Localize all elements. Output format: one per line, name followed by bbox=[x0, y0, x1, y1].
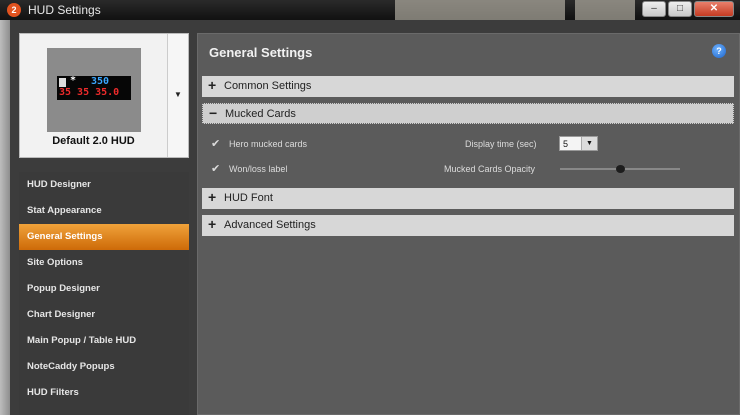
window-controls: – □ ✕ bbox=[642, 1, 734, 17]
stat-bottom-values: 35 35 35.0 bbox=[59, 87, 120, 98]
slider-thumb[interactable] bbox=[616, 165, 625, 173]
section-label: Common Settings bbox=[224, 80, 312, 92]
collapse-icon: − bbox=[209, 105, 218, 121]
hud-dropdown-button[interactable]: ▼ bbox=[167, 34, 188, 157]
sidebar-item-hud-designer[interactable]: HUD Designer bbox=[19, 172, 189, 198]
settings-panel: General Settings ? + Common Settings − M… bbox=[197, 33, 740, 415]
chevron-down-icon: ▼ bbox=[581, 137, 597, 150]
expand-icon: + bbox=[208, 216, 217, 232]
maximize-button[interactable]: □ bbox=[668, 1, 692, 17]
expand-icon: + bbox=[208, 77, 217, 93]
sidebar-item-popup-designer[interactable]: Popup Designer bbox=[19, 276, 189, 302]
section-advanced-settings[interactable]: + Advanced Settings bbox=[202, 215, 734, 236]
won-loss-label: Won/loss label bbox=[229, 164, 288, 174]
minimize-button[interactable]: – bbox=[642, 1, 666, 17]
section-label: Advanced Settings bbox=[224, 219, 316, 231]
sidebar-item-main-popup[interactable]: Main Popup / Table HUD bbox=[19, 328, 189, 354]
triangle-down-icon: ▼ bbox=[174, 90, 182, 99]
background-window bbox=[395, 0, 565, 20]
sidebar-item-stat-appearance[interactable]: Stat Appearance bbox=[19, 198, 189, 224]
hud-name: Default 2.0 HUD bbox=[52, 135, 135, 147]
sidebar-item-notecaddy-popups[interactable]: NoteCaddy Popups bbox=[19, 354, 189, 380]
stat-top-value: 350 bbox=[91, 76, 110, 87]
opacity-label: Mucked Cards Opacity bbox=[444, 164, 536, 174]
star-icon: * bbox=[70, 75, 77, 86]
opacity-slider[interactable] bbox=[560, 165, 680, 173]
display-time-value: 5 bbox=[563, 139, 569, 149]
section-mucked-cards[interactable]: − Mucked Cards bbox=[202, 103, 734, 124]
section-label: HUD Font bbox=[224, 192, 273, 204]
window-edge bbox=[0, 20, 10, 415]
hero-mucked-checkbox[interactable]: ✔ bbox=[211, 137, 220, 150]
sidebar-item-hud-filters[interactable]: HUD Filters bbox=[19, 380, 189, 406]
expand-icon: + bbox=[208, 189, 217, 205]
app-icon: 2 bbox=[7, 3, 21, 17]
display-time-select[interactable]: 5 ▼ bbox=[559, 136, 598, 151]
close-button[interactable]: ✕ bbox=[694, 1, 734, 17]
sidebar: HUD Designer Stat Appearance General Set… bbox=[19, 172, 189, 415]
help-icon[interactable]: ? bbox=[712, 44, 726, 58]
hud-preview-image: * 350 35 35 35.0 bbox=[47, 48, 141, 132]
section-common-settings[interactable]: + Common Settings bbox=[202, 76, 734, 97]
display-time-label: Display time (sec) bbox=[465, 139, 537, 149]
hero-mucked-label: Hero mucked cards bbox=[229, 139, 308, 149]
won-loss-checkbox[interactable]: ✔ bbox=[211, 162, 220, 175]
sidebar-item-chart-designer[interactable]: Chart Designer bbox=[19, 302, 189, 328]
title-bar: 2 HUD Settings – □ ✕ bbox=[0, 0, 740, 20]
page-title: General Settings bbox=[209, 45, 313, 60]
window-title: HUD Settings bbox=[28, 3, 101, 17]
flag-icon bbox=[59, 78, 66, 87]
background-window bbox=[575, 0, 635, 20]
section-hud-font[interactable]: + HUD Font bbox=[202, 188, 734, 209]
sidebar-item-general-settings[interactable]: General Settings bbox=[19, 224, 189, 250]
hud-stat-box: * 350 35 35 35.0 bbox=[57, 75, 131, 100]
sidebar-item-site-options[interactable]: Site Options bbox=[19, 250, 189, 276]
hud-preview-selector[interactable]: * 350 35 35 35.0 Default 2.0 HUD ▼ bbox=[19, 33, 189, 158]
section-label: Mucked Cards bbox=[225, 108, 296, 120]
